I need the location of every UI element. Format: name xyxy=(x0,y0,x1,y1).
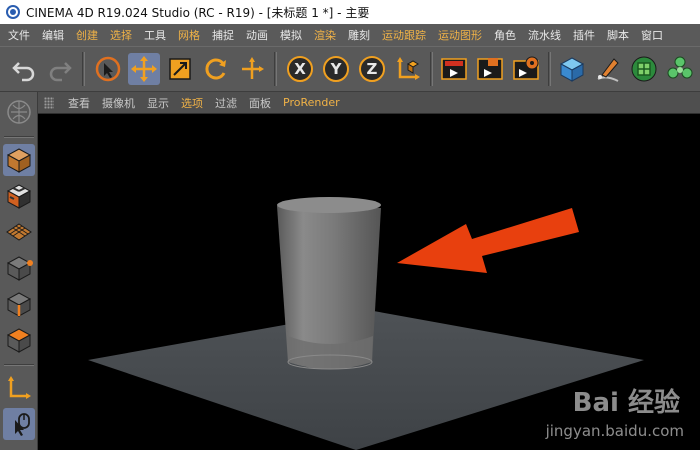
menu-character[interactable]: 角色 xyxy=(488,27,522,43)
x-axis-lock-icon[interactable]: X xyxy=(284,53,316,85)
mode-palette xyxy=(0,92,38,450)
svg-text:Z: Z xyxy=(367,60,378,78)
menu-script[interactable]: 脚本 xyxy=(601,27,635,43)
y-axis-lock-icon[interactable]: Y xyxy=(320,53,352,85)
axis-mode-icon[interactable] xyxy=(3,372,35,404)
redo-icon[interactable] xyxy=(44,53,76,85)
coordinate-system-icon[interactable] xyxy=(392,53,424,85)
pen-spline-icon[interactable] xyxy=(592,53,624,85)
move-icon[interactable] xyxy=(128,53,160,85)
menu-edit[interactable]: 编辑 xyxy=(36,27,70,43)
toolbar-separator xyxy=(430,52,433,86)
menu-motion-tracker[interactable]: 运动跟踪 xyxy=(376,27,432,43)
viewport-menu-options[interactable]: 选项 xyxy=(175,95,209,111)
render-settings-icon[interactable] xyxy=(510,53,542,85)
palette-separator xyxy=(4,364,34,366)
menu-simulate[interactable]: 模拟 xyxy=(274,27,308,43)
points-mode-icon[interactable] xyxy=(3,252,35,284)
cube-object-icon[interactable] xyxy=(556,53,588,85)
viewport-menu-view[interactable]: 查看 xyxy=(62,95,96,111)
watermark-url: jingyan.baidu.com xyxy=(545,422,684,440)
watermark-logo: Bai 经验 xyxy=(572,388,680,418)
toolbar-separator xyxy=(82,52,85,86)
edges-mode-icon[interactable] xyxy=(3,288,35,320)
model-mode-icon[interactable] xyxy=(3,144,35,176)
rotate-icon[interactable] xyxy=(200,53,232,85)
subdivision-surface-icon[interactable] xyxy=(628,53,660,85)
menu-window[interactable]: 窗口 xyxy=(635,27,669,43)
toolbar-separator xyxy=(274,52,277,86)
viewport-menu-panel[interactable]: 面板 xyxy=(243,95,277,111)
toolbar-separator xyxy=(548,52,551,86)
cinema4d-logo-icon xyxy=(6,5,20,19)
menu-create[interactable]: 创建 xyxy=(70,27,104,43)
viewport-menu-cameras[interactable]: 摄像机 xyxy=(96,95,141,111)
scale-icon[interactable] xyxy=(164,53,196,85)
render-to-picture-viewer-icon[interactable] xyxy=(474,53,506,85)
viewport-menu-bar: 查看 摄像机 显示 选项 过滤 面板 ProRender xyxy=(38,92,700,114)
menu-snap[interactable]: 捕捉 xyxy=(206,27,240,43)
title-bar: CINEMA 4D R19.024 Studio (RC - R19) - [未… xyxy=(0,0,700,24)
texture-mode-icon[interactable] xyxy=(3,180,35,212)
undo-icon[interactable] xyxy=(8,53,40,85)
viewport-menu-prorender[interactable]: ProRender xyxy=(277,96,346,109)
viewport-menu-display[interactable]: 显示 xyxy=(141,95,175,111)
palette-separator xyxy=(4,136,34,138)
polygons-mode-icon[interactable] xyxy=(3,324,35,356)
menu-select[interactable]: 选择 xyxy=(104,27,138,43)
annotation-arrow xyxy=(397,208,579,273)
3d-viewport[interactable]: Bai 经验 jingyan.baidu.com xyxy=(38,114,700,450)
recent-tool-icon[interactable] xyxy=(236,53,268,85)
tweak-mode-icon[interactable] xyxy=(3,408,35,440)
menu-pipeline[interactable]: 流水线 xyxy=(522,27,567,43)
menu-render[interactable]: 渲染 xyxy=(308,27,342,43)
menu-bar: 文件 编辑 创建 选择 工具 网格 捕捉 动画 模拟 渲染 雕刻 运动跟踪 运动… xyxy=(0,24,700,46)
menu-mesh[interactable]: 网格 xyxy=(172,27,206,43)
drag-grip-icon[interactable] xyxy=(44,96,54,109)
window-title: CINEMA 4D R19.024 Studio (RC - R19) - [未… xyxy=(26,5,370,20)
menu-sculpt[interactable]: 雕刻 xyxy=(342,27,376,43)
make-editable-icon[interactable] xyxy=(3,96,35,128)
live-selection-icon[interactable] xyxy=(92,53,124,85)
cloner-icon[interactable] xyxy=(664,53,696,85)
menu-mograph[interactable]: 运动图形 xyxy=(432,27,488,43)
menu-file[interactable]: 文件 xyxy=(2,27,36,43)
render-view-icon[interactable] xyxy=(438,53,470,85)
menu-animate[interactable]: 动画 xyxy=(240,27,274,43)
svg-text:X: X xyxy=(294,60,306,78)
viewport-menu-filter[interactable]: 过滤 xyxy=(209,95,243,111)
main-toolbar: X Y Z xyxy=(0,46,700,92)
menu-tools[interactable]: 工具 xyxy=(138,27,172,43)
baidu-jingyan-watermark: Bai 经验 jingyan.baidu.com xyxy=(530,382,690,440)
workplane-mode-icon[interactable] xyxy=(3,216,35,248)
z-axis-lock-icon[interactable]: Z xyxy=(356,53,388,85)
menu-plugins[interactable]: 插件 xyxy=(567,27,601,43)
svg-text:Y: Y xyxy=(330,60,343,78)
cylinder-object xyxy=(277,197,381,370)
